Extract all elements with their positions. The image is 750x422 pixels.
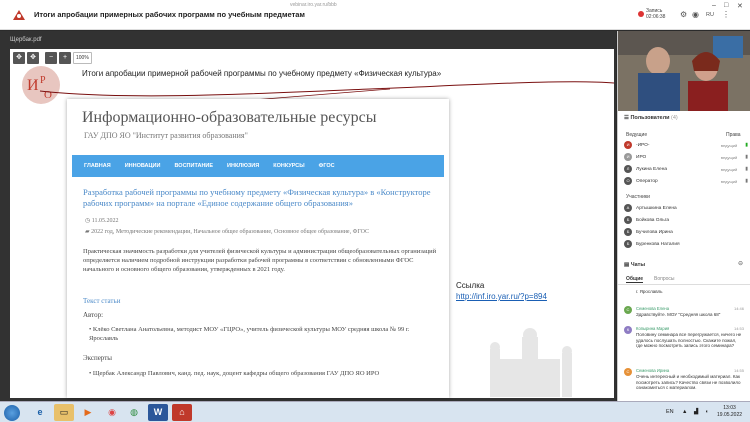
- nav-item: ВОСПИТАНИЕ: [174, 163, 214, 169]
- avatar: К: [624, 326, 632, 334]
- rights-label: Права: [726, 132, 741, 138]
- folder-icon: ▰: [85, 229, 90, 235]
- hosts-label: Ведущие: [626, 132, 648, 138]
- article-text-link: Текст статьи: [83, 297, 121, 305]
- nav-item: ИНКЛЮЗИЯ: [227, 163, 260, 169]
- window-title: Итоги апробации примерных рабочих програ…: [34, 10, 305, 19]
- chat-message: К Копырина Мария 14:53 Половину семинара…: [624, 326, 746, 362]
- document-name: Щербак.pdf: [10, 37, 42, 43]
- site-subheader: ГАУ ДПО ЯО "Институт развития образовани…: [84, 131, 248, 140]
- url-hint: vebinar.iro.yar.ru/bbb: [290, 2, 337, 8]
- presentation-area: Щербак.pdf ✥ ✥ − + 100% И Р О Итоги апро…: [0, 31, 616, 401]
- link-label: Ссылка: [456, 281, 485, 290]
- article-tags: ▰ 2022 год, Методические рекомендации, Н…: [85, 229, 370, 235]
- word-icon[interactable]: W: [148, 404, 168, 421]
- start-button[interactable]: [4, 405, 20, 421]
- maximize-icon[interactable]: □: [724, 2, 728, 9]
- expert-item: • Щербак Александр Павлович, канд. пед. …: [89, 370, 380, 377]
- avatar: С: [624, 368, 632, 376]
- app-logo-icon: [13, 10, 25, 20]
- user-row[interactable]: Б Бучилова Ирина: [624, 227, 748, 237]
- site-header: Информационно-образовательные ресурсы: [82, 109, 377, 126]
- users-title: ☰ Пользователи (4): [624, 115, 678, 121]
- user-row[interactable]: О Оператор ведущий ▮: [624, 176, 748, 186]
- webcam-video[interactable]: [618, 31, 750, 111]
- side-panel: ☰ Пользователи (4) Ведущие Права И -ИРО-в…: [617, 31, 750, 401]
- user-row[interactable]: Б Буренкова Наталия: [624, 239, 748, 249]
- user-row[interactable]: И ИРО ведущий ▮: [624, 152, 748, 162]
- recording-icon[interactable]: [638, 11, 644, 17]
- close-icon[interactable]: ✕: [737, 2, 743, 10]
- chat-message: С Семенова Елена 14:46 Здравствуйте. МОУ…: [624, 306, 746, 326]
- author-label: Автор:: [83, 311, 104, 319]
- language-indicator[interactable]: EN: [666, 409, 674, 415]
- volume-icon[interactable]: ◖: [705, 409, 708, 415]
- participants-label: Участники: [626, 194, 650, 200]
- tray-flag-icon[interactable]: ▲: [682, 409, 687, 415]
- clock-icon: ◷: [85, 218, 91, 224]
- recording-status: Запись 02:06:38: [646, 8, 666, 20]
- church-watermark: [490, 328, 572, 397]
- network-icon[interactable]: ▟: [694, 409, 698, 415]
- chat-icon: ▤: [624, 262, 630, 268]
- nav-item: КОНКУРСЫ: [273, 163, 305, 169]
- author-item: • Клёко Светлана Анатольевна, методист М…: [89, 326, 410, 342]
- minimize-icon[interactable]: –: [712, 2, 716, 9]
- connection-icon[interactable]: ◉: [692, 10, 699, 19]
- slide: ✥ ✥ − + 100% И Р О Итоги апробации приме…: [10, 49, 614, 398]
- chat-message: г. Ярославль: [636, 289, 663, 294]
- internet-explorer-icon[interactable]: e: [30, 404, 50, 421]
- experts-label: Эксперты: [83, 354, 112, 362]
- nav-item: ГЛАВНАЯ: [84, 163, 111, 169]
- language-label[interactable]: RU: [706, 12, 714, 18]
- system-clock[interactable]: 13:03 19.05.2022: [717, 405, 742, 419]
- file-explorer-icon[interactable]: ▭: [54, 404, 74, 421]
- user-row[interactable]: И -ИРО-ведущий ▮: [624, 140, 748, 150]
- article-title: Разработка рабочей программы по учебному…: [83, 187, 431, 208]
- reference-link[interactable]: http://inf.iro.yar.ru/?p=894: [456, 292, 547, 301]
- chat-tabs: Общие Вопросы: [618, 274, 750, 285]
- video-app-icon[interactable]: ◉: [102, 404, 122, 421]
- menu-icon[interactable]: ⋮: [722, 10, 730, 19]
- chrome-icon[interactable]: ◍: [124, 404, 144, 421]
- web-page-screenshot: Информационно-образовательные ресурсы ГА…: [67, 99, 449, 398]
- window-titlebar: Итоги апробации примерных рабочих програ…: [0, 0, 750, 30]
- media-player-icon[interactable]: ▶: [78, 404, 98, 421]
- settings-icon[interactable]: ⚙: [680, 10, 687, 19]
- chat-title: ▤ Чаты: [624, 262, 646, 268]
- users-icon: ☰: [624, 115, 629, 121]
- pdf-reader-icon[interactable]: ⌂: [172, 404, 192, 421]
- nav-item: ИННОВАЦИИ: [124, 163, 161, 169]
- avatar: С: [624, 306, 632, 314]
- chat-message: С Семенова Ирина 14:55 Очень интересный …: [624, 368, 746, 400]
- nav-item: ФГОС: [318, 163, 335, 169]
- user-row[interactable]: Б Бойкова Ольга: [624, 215, 748, 225]
- user-row[interactable]: Л Лукина Елена ведущий ▮: [624, 164, 748, 174]
- close-chat-icon[interactable]: ⊖: [738, 260, 743, 267]
- article-body: Практическая значимость разработки для у…: [83, 248, 437, 273]
- windows-taskbar: e ▭ ▶ ◉ ◍ W ⌂ EN ▲ ▟ ◖ 13:03 19.05.2022: [0, 401, 750, 422]
- site-nav: ГЛАВНАЯ ИННОВАЦИИ ВОСПИТАНИЕ ИНКЛЮЗИЯ КО…: [72, 155, 444, 177]
- tab-questions[interactable]: Вопросы: [654, 276, 674, 282]
- article-date: ◷ 11.05.2022: [85, 218, 119, 224]
- user-row[interactable]: А Артышкина Елена: [624, 203, 748, 213]
- tab-general[interactable]: Общие: [626, 276, 644, 283]
